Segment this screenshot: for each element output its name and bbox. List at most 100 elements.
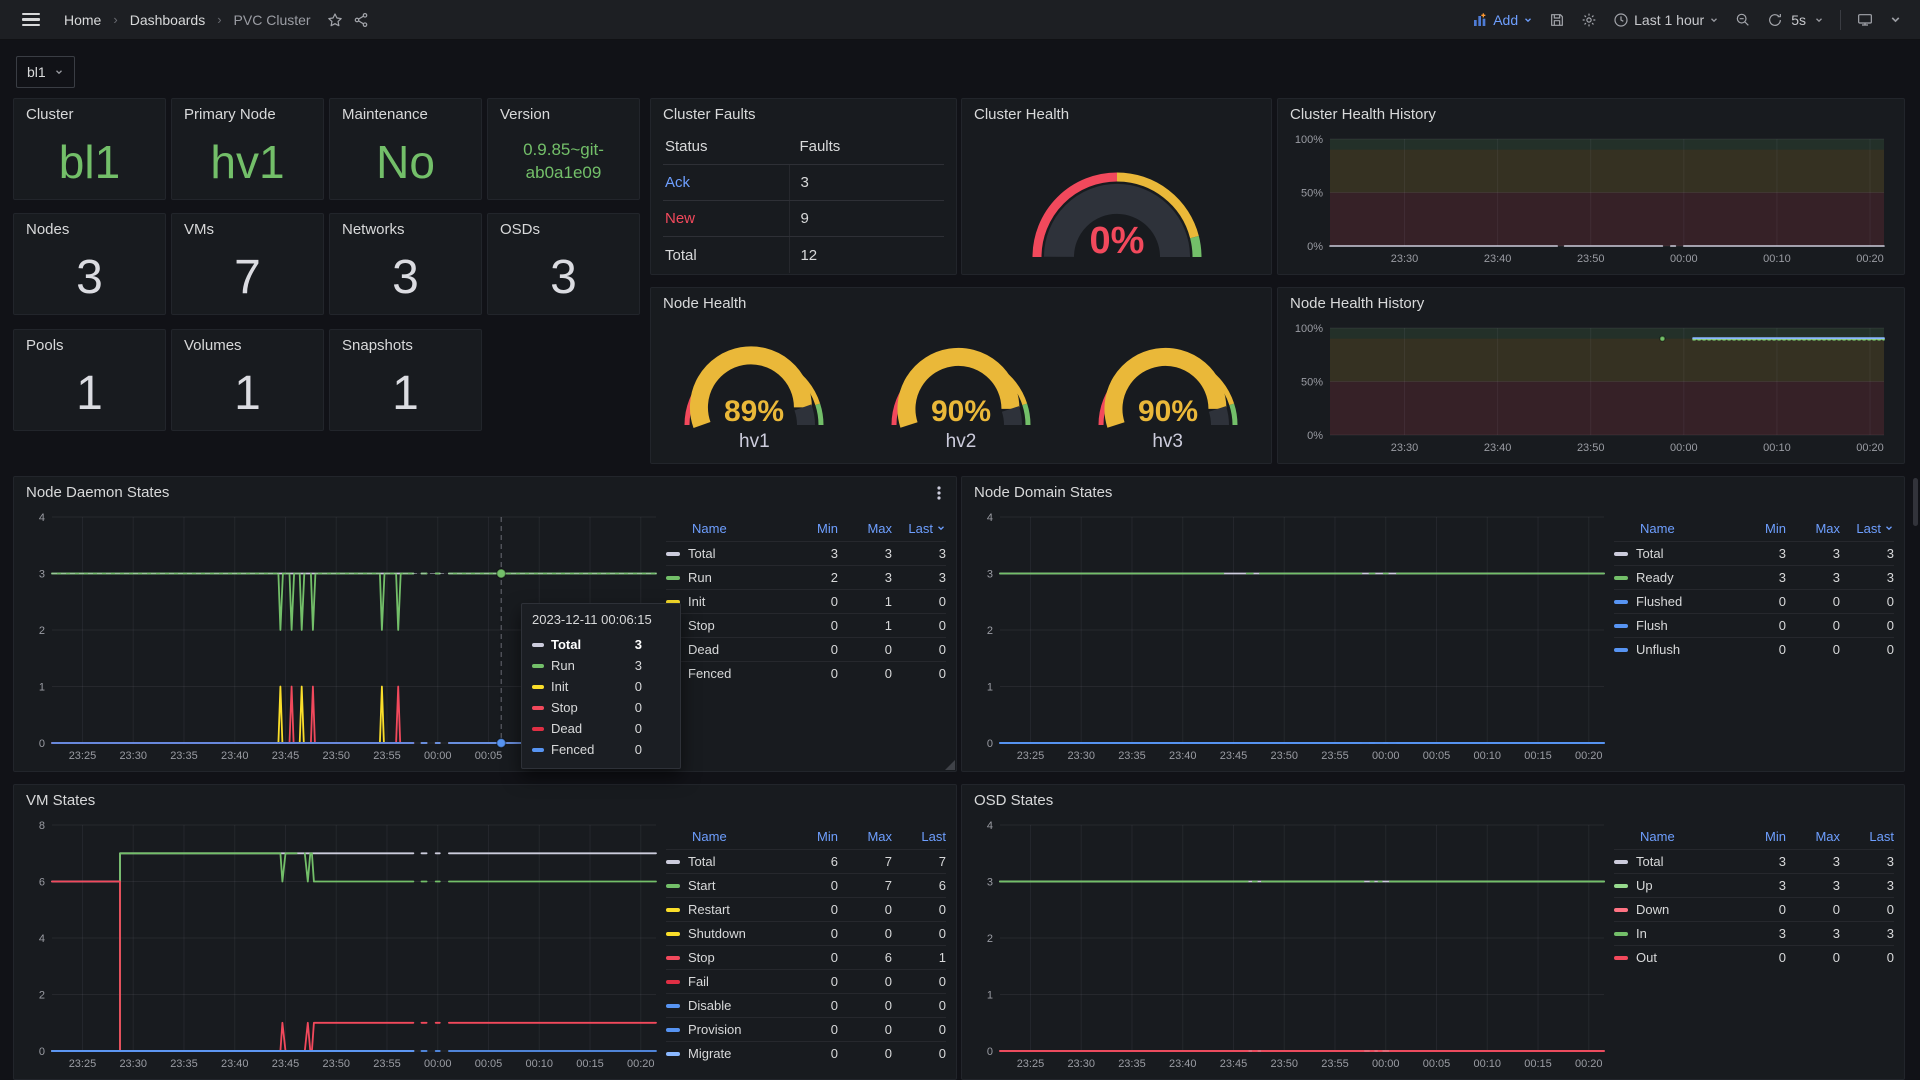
legend-col-last[interactable]: Last [892,521,946,536]
legend-series-down[interactable]: Down [1614,902,1732,917]
legend-last-value: 6 [892,878,946,893]
legend-series-flushed[interactable]: Flushed [1614,594,1732,609]
tooltip-row-fenced: Fenced0 [532,739,670,760]
share-icon[interactable] [353,12,369,28]
gauge-node-label: hv2 [946,431,977,453]
panel-resize-handle[interactable] [945,760,955,770]
legend-series-dead[interactable]: Dead [666,642,784,657]
legend-series-ready[interactable]: Ready [1614,570,1732,585]
legend-series-shutdown[interactable]: Shutdown [666,926,784,941]
legend-row-dead: Dead000 [666,637,946,661]
panel-menu-icon[interactable] [932,485,946,501]
faults-col-faults[interactable]: Faults [789,129,944,164]
legend-series-provision[interactable]: Provision [666,1022,784,1037]
gauge-node-hv2: 90%hv2 [875,329,1047,453]
legend-series-in[interactable]: In [1614,926,1732,941]
svg-text:00:00: 00:00 [1372,750,1400,762]
settings-gear-icon[interactable] [1581,12,1597,28]
legend-min-value: 3 [1732,546,1786,561]
legend-col-max[interactable]: Max [838,521,892,536]
legend-last-value: 0 [892,926,946,941]
legend-col-name[interactable]: Name [666,829,784,844]
legend-series-stop[interactable]: Stop [666,950,784,965]
legend-col-min[interactable]: Min [784,521,838,536]
faults-row-new: New9 [663,201,944,237]
legend-series-fenced[interactable]: Fenced [666,666,784,681]
legend-series-migrate[interactable]: Migrate [666,1046,784,1061]
series-color-swatch [666,1052,680,1056]
breadcrumb-home[interactable]: Home [64,12,101,28]
legend-col-max[interactable]: Max [838,829,892,844]
breadcrumb-dashboards[interactable]: Dashboards [130,12,206,28]
menu-icon[interactable] [18,9,44,31]
legend-last-value: 3 [1840,854,1894,869]
legend-min-value: 0 [784,950,838,965]
legend-col-last[interactable]: Last [1840,521,1894,536]
legend-col-last[interactable]: Last [1840,829,1894,844]
series-color-swatch [666,884,680,888]
node-domain-states-chart[interactable]: 0123423:2523:3023:3523:4023:4523:5023:55… [972,507,1614,765]
legend-row-stop: Stop010 [666,613,946,637]
legend-series-fail[interactable]: Fail [666,974,784,989]
legend-series-out[interactable]: Out [1614,950,1732,965]
stat-value: 1 [14,356,165,430]
legend-col-min[interactable]: Min [1732,829,1786,844]
legend-min-value: 2 [784,570,838,585]
legend-series-total[interactable]: Total [1614,546,1732,561]
svg-text:23:30: 23:30 [1067,1058,1095,1070]
legend-series-up[interactable]: Up [1614,878,1732,893]
legend-col-max[interactable]: Max [1786,829,1840,844]
legend-series-flush[interactable]: Flush [1614,618,1732,633]
zoom-out-icon[interactable] [1735,12,1751,28]
svg-text:2: 2 [39,990,45,1002]
legend-series-run[interactable]: Run [666,570,784,585]
legend-col-min[interactable]: Min [784,829,838,844]
star-icon[interactable] [327,12,343,28]
legend-series-start[interactable]: Start [666,878,784,893]
tv-mode-icon[interactable] [1857,12,1873,28]
legend-col-name[interactable]: Name [666,521,784,536]
legend-min-value: 3 [1732,878,1786,893]
faults-table-header: Status Faults [663,129,944,165]
legend-col-max[interactable]: Max [1786,521,1840,536]
osd-states-chart[interactable]: 0123423:2523:3023:3523:4023:4523:5023:55… [972,815,1614,1073]
legend-last-value: 0 [1840,902,1894,917]
legend-col-name[interactable]: Name [1614,829,1732,844]
variable-dropdown-cluster[interactable]: bl1 [16,56,75,88]
refresh-icon[interactable] [1767,12,1783,28]
legend-series-stop[interactable]: Stop [666,618,784,633]
add-button[interactable]: Add [1472,12,1533,28]
legend-series-total[interactable]: Total [666,854,784,869]
legend-max-value: 6 [838,950,892,965]
panel-cluster-faults: Cluster Faults Status Faults Ack3New9Tot… [650,98,957,275]
svg-text:4: 4 [39,512,45,524]
legend-series-unflush[interactable]: Unflush [1614,642,1732,657]
svg-text:3: 3 [987,877,993,889]
legend-col-last[interactable]: Last [892,829,946,844]
time-range-picker[interactable]: Last 1 hour [1613,12,1719,28]
legend-max-value: 0 [1786,902,1840,917]
svg-text:89%: 89% [724,395,784,428]
legend-series-restart[interactable]: Restart [666,902,784,917]
svg-text:00:20: 00:20 [1575,750,1603,762]
legend-series-total[interactable]: Total [1614,854,1732,869]
legend-col-min[interactable]: Min [1732,521,1786,536]
gauge-node-hv1: 89%hv1 [668,329,840,453]
svg-text:23:50: 23:50 [1270,1058,1298,1070]
series-color-swatch [1614,860,1628,864]
vm-states-chart[interactable]: 0246823:2523:3023:3523:4023:4523:5023:55… [24,815,666,1073]
page-scrollbar[interactable] [1913,478,1918,526]
legend-series-init[interactable]: Init [666,594,784,609]
refresh-picker[interactable]: 5s [1767,12,1824,28]
svg-text:00:10: 00:10 [1473,1058,1501,1070]
cluster-health-history-chart[interactable]: 0%50%100%23:3023:4023:5000:0000:1000:20 [1288,129,1894,268]
save-dashboard-icon[interactable] [1549,12,1565,28]
legend-row-in: In333 [1614,921,1894,945]
legend-series-disable[interactable]: Disable [666,998,784,1013]
legend-series-total[interactable]: Total [666,546,784,561]
collapse-toolbar-icon[interactable] [1889,13,1902,26]
legend-col-name[interactable]: Name [1614,521,1732,536]
sort-chevron-icon [1884,523,1894,533]
node-health-history-chart[interactable]: 0%50%100%23:3023:4023:5000:0000:1000:20 [1288,318,1894,457]
faults-col-status[interactable]: Status [663,138,789,155]
